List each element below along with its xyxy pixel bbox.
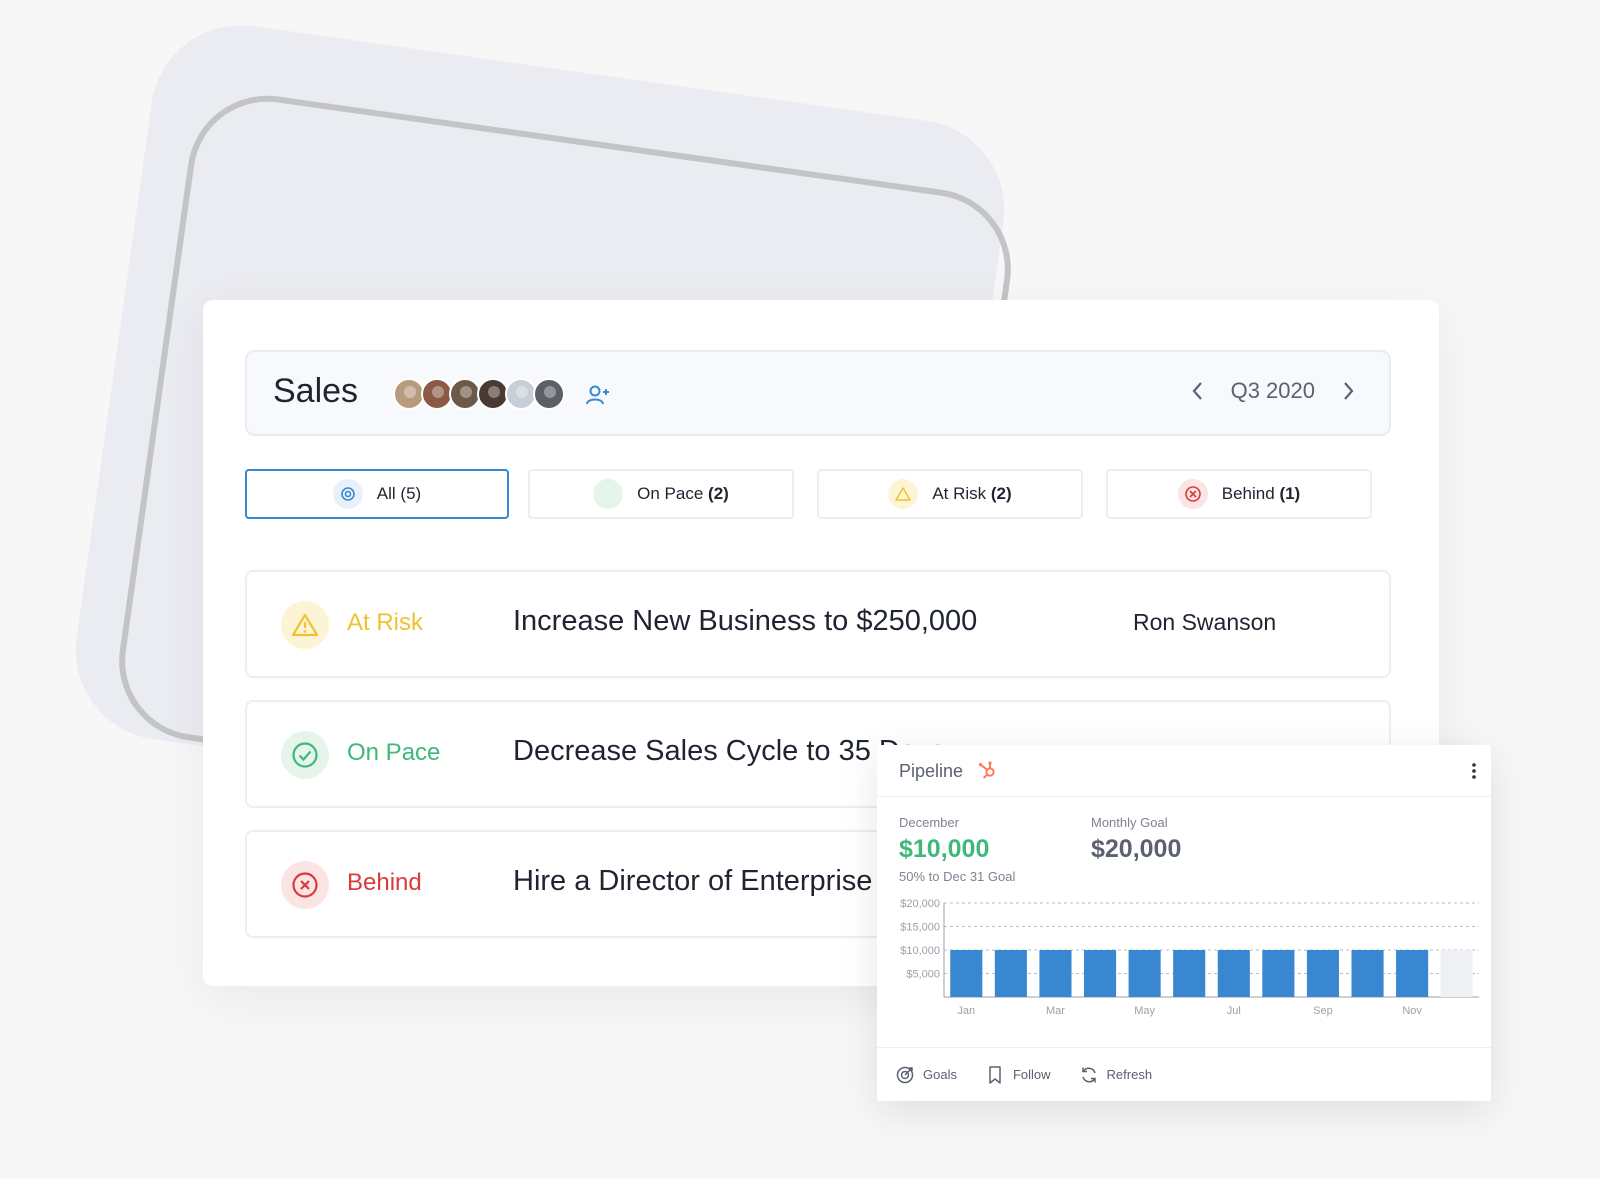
- filter-behind[interactable]: Behind (1): [1106, 469, 1372, 519]
- bar: [1262, 950, 1295, 997]
- pipeline-title: Pipeline: [899, 761, 964, 781]
- filter-on-pace-label: On Pace: [637, 484, 704, 503]
- bar: [1039, 950, 1072, 997]
- y-tick-label: $15,000: [900, 922, 940, 934]
- period-selector: Q3 2020: [1187, 378, 1359, 404]
- filter-behind-count: (1): [1279, 484, 1301, 503]
- goal-status: At Risk: [347, 609, 424, 636]
- refresh-button-label: Refresh: [1106, 1067, 1153, 1082]
- page-title: Sales: [273, 372, 359, 410]
- bar: [1128, 950, 1161, 997]
- period-label: Q3 2020: [1230, 378, 1315, 403]
- pipeline-header: Pipeline: [877, 745, 1491, 797]
- bar: [1173, 950, 1206, 997]
- goal-title: Increase New Business to $250,000: [513, 605, 978, 637]
- pipeline-bar-chart: $20,000 $15,000 $10,000 $5,000 Jan Mar May Jul S…: [900, 898, 1479, 1017]
- check-circle-icon: [281, 731, 329, 779]
- bar: [950, 950, 983, 997]
- x-circle-icon: [1177, 479, 1208, 509]
- avatar[interactable]: [533, 378, 565, 410]
- goal-status: Behind: [347, 869, 422, 896]
- goal-row[interactable]: At Risk Increase New Business to $250,00…: [245, 570, 1391, 678]
- bar: [994, 950, 1027, 997]
- filter-on-pace-count: (2): [708, 484, 729, 503]
- pipeline-widget: Pipeline December $10,000 50% to Dec 31 …: [877, 745, 1491, 1101]
- check-circle-icon: [593, 479, 624, 509]
- y-tick-label: $5,000: [906, 969, 940, 981]
- more-options-icon[interactable]: [1471, 762, 1477, 780]
- bar: [1396, 950, 1429, 997]
- x-tick-label: Mar: [1046, 1005, 1065, 1017]
- bookmark-icon: [989, 1065, 1001, 1084]
- follow-button-label: Follow: [1012, 1067, 1051, 1082]
- team-avatars: [393, 378, 565, 410]
- bar: [1083, 950, 1117, 997]
- bar: [1351, 950, 1384, 997]
- target-icon: [896, 1066, 914, 1083]
- y-tick-label: $20,000: [900, 898, 940, 910]
- filter-at-risk-label: At Risk: [932, 484, 987, 503]
- goal-owner: Ron Swanson: [1133, 609, 1277, 635]
- current-value: $10,000: [899, 835, 990, 863]
- filter-at-risk[interactable]: At Risk (2): [817, 469, 1083, 519]
- goals-button-label: Goals: [923, 1067, 957, 1082]
- add-user-icon[interactable]: [585, 384, 611, 406]
- goal-status: On Pace: [347, 739, 441, 766]
- follow-button[interactable]: Follow: [985, 1065, 1051, 1085]
- target-icon: [332, 479, 363, 509]
- x-circle-icon: [281, 861, 329, 909]
- chevron-right-icon[interactable]: [1337, 380, 1359, 402]
- chevron-left-icon[interactable]: [1187, 380, 1209, 402]
- bar: [1217, 950, 1250, 997]
- warning-icon: [888, 479, 919, 509]
- refresh-icon: [1081, 1067, 1096, 1082]
- current-progress-text: 50% to Dec 31 Goal: [899, 869, 1016, 884]
- refresh-button[interactable]: Refresh: [1079, 1065, 1153, 1085]
- goal-label: Monthly Goal: [1091, 815, 1168, 830]
- team-header: Sales Q3 2020: [245, 350, 1391, 436]
- warning-icon: [281, 601, 329, 649]
- filter-all-count: (5): [400, 484, 422, 503]
- filter-on-pace[interactable]: On Pace (2): [528, 469, 794, 519]
- filter-all-label: All: [376, 484, 396, 503]
- current-period-label: December: [899, 815, 959, 830]
- filter-all[interactable]: All (5): [245, 469, 509, 519]
- pipeline-actions: Goals Follow Refresh: [877, 1047, 1491, 1101]
- x-tick-label: Sep: [1313, 1005, 1333, 1017]
- goal-value: $20,000: [1091, 835, 1182, 863]
- x-tick-label: Jan: [957, 1005, 975, 1017]
- y-tick-label: $10,000: [900, 945, 940, 957]
- x-tick-label: May: [1134, 1005, 1155, 1017]
- goals-button[interactable]: Goals: [895, 1065, 957, 1085]
- status-filters: All (5) On Pace (2) At Risk (2) Behind (…: [245, 469, 1391, 519]
- filter-behind-label: Behind: [1221, 484, 1275, 503]
- filter-at-risk-count: (2): [990, 484, 1012, 503]
- x-tick-label: Jul: [1227, 1005, 1241, 1017]
- hubspot-logo-icon: [978, 761, 995, 779]
- x-tick-label: Nov: [1402, 1005, 1422, 1017]
- bar-empty: [1440, 950, 1473, 997]
- bar: [1306, 950, 1340, 997]
